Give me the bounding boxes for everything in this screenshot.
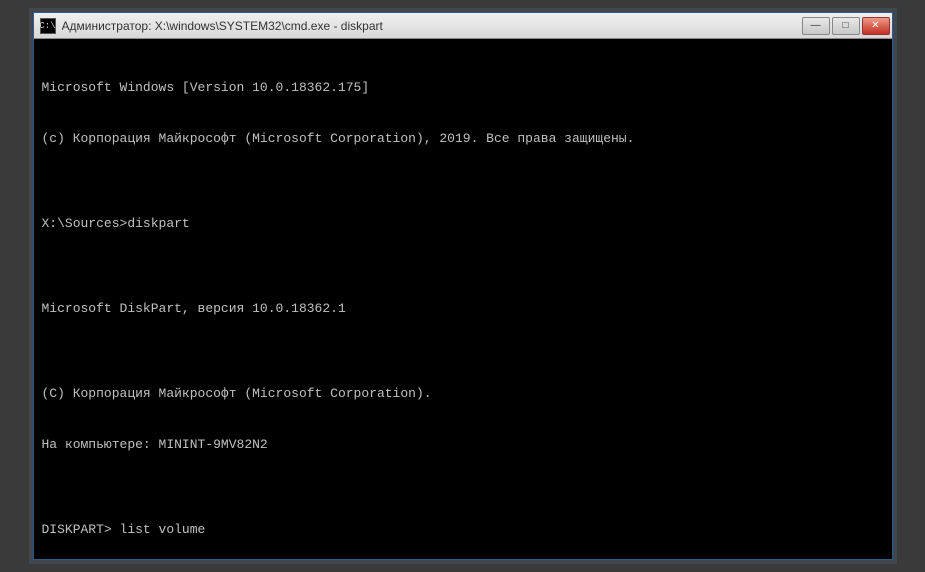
titlebar-text: Администратор: X:\windows\SYSTEM32\cmd.e… [62, 19, 802, 33]
output-line: На компьютере: MININT-9MV82N2 [42, 436, 884, 453]
cmd-window: C:\ Администратор: X:\windows\SYSTEM32\c… [33, 12, 893, 560]
output-line: (C) Корпорация Майкрософт (Microsoft Cor… [42, 385, 884, 402]
output-line: DISKPART> list volume [42, 521, 884, 538]
output-line: Microsoft Windows [Version 10.0.18362.17… [42, 79, 884, 96]
terminal-area[interactable]: Microsoft Windows [Version 10.0.18362.17… [34, 39, 892, 559]
window-controls: — □ ✕ [802, 17, 890, 35]
output-line: Microsoft DiskPart, версия 10.0.18362.1 [42, 300, 884, 317]
output-line: (c) Корпорация Майкрософт (Microsoft Cor… [42, 130, 884, 147]
maximize-button[interactable]: □ [832, 17, 860, 35]
minimize-button[interactable]: — [802, 17, 830, 35]
titlebar[interactable]: C:\ Администратор: X:\windows\SYSTEM32\c… [34, 13, 892, 39]
output-line: X:\Sources>diskpart [42, 215, 884, 232]
close-button[interactable]: ✕ [862, 17, 890, 35]
cmd-icon: C:\ [40, 18, 56, 34]
